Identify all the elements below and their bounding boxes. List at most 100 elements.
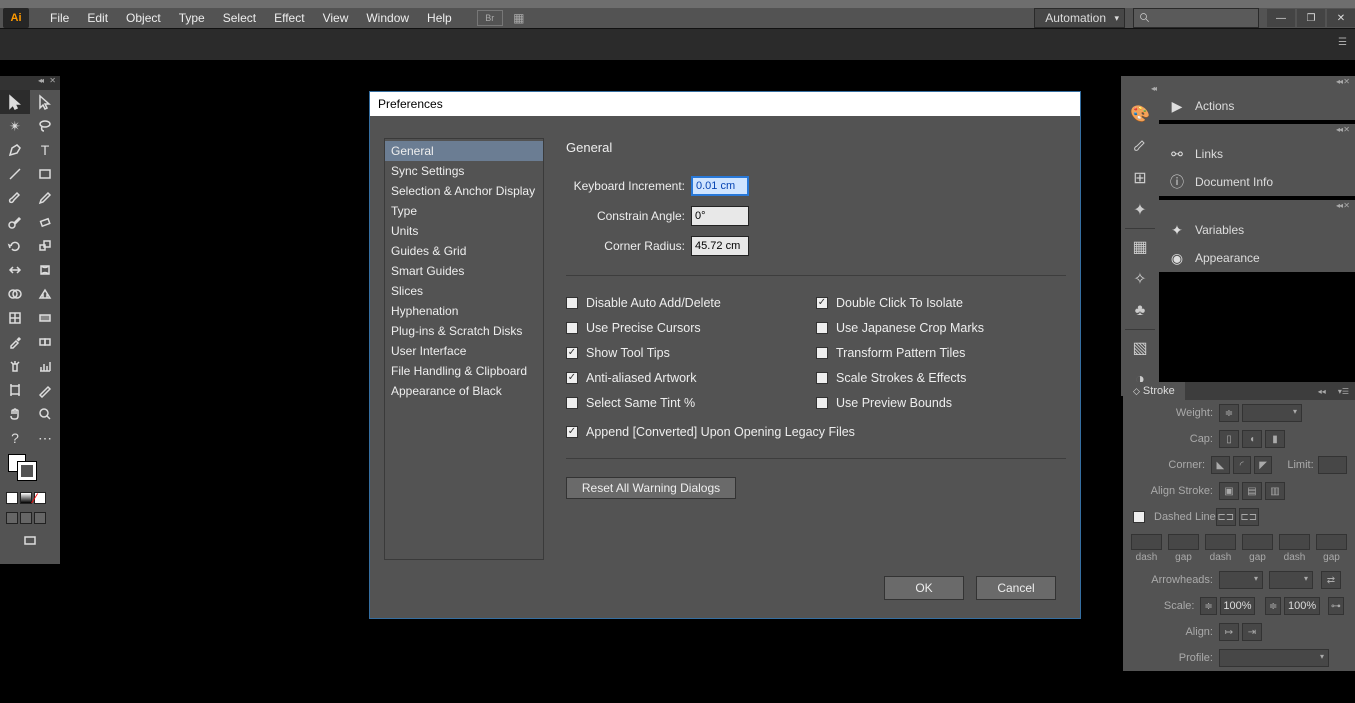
cap-square[interactable]: ▮ bbox=[1265, 430, 1285, 448]
stroke-dock-icon[interactable]: ◂◂ bbox=[1312, 387, 1332, 396]
stroke-menu-icon[interactable]: ▾☰ bbox=[1332, 387, 1355, 396]
scale1-field[interactable]: 100% bbox=[1220, 597, 1255, 615]
checkbox-use-preview-bounds[interactable]: Use Preview Bounds bbox=[816, 390, 1066, 415]
close-window-button[interactable]: ✕ bbox=[1327, 9, 1355, 27]
corner-radius-input[interactable] bbox=[691, 236, 749, 256]
pen-tool[interactable] bbox=[0, 138, 30, 162]
dash-preserve[interactable]: ⊏⊐ bbox=[1216, 508, 1236, 526]
limit-field[interactable] bbox=[1318, 456, 1347, 474]
control-bar-menu-icon[interactable]: ☰ bbox=[1338, 37, 1347, 48]
menu-edit[interactable]: Edit bbox=[78, 8, 117, 28]
type-tool[interactable]: T bbox=[30, 138, 60, 162]
constrain-input[interactable] bbox=[691, 206, 749, 226]
align-center[interactable]: ▣ bbox=[1219, 482, 1239, 500]
direct-select-tool[interactable] bbox=[30, 90, 60, 114]
checkbox-double-click-to-isolate[interactable]: ✓Double Click To Isolate bbox=[816, 290, 1066, 315]
eraser-tool[interactable] bbox=[30, 210, 60, 234]
checkbox-append-converted-upon-opening-legacy-files[interactable]: ✓Append [Converted] Upon Opening Legacy … bbox=[566, 419, 855, 444]
hand-tool[interactable] bbox=[0, 402, 30, 426]
category-units[interactable]: Units bbox=[385, 221, 543, 241]
color-panel-icon[interactable]: 🎨 bbox=[1121, 98, 1159, 130]
styles-panel-icon[interactable]: ♣ bbox=[1121, 295, 1159, 327]
scale1-stepper[interactable]: ≑ bbox=[1200, 597, 1216, 615]
gradient-tool[interactable] bbox=[30, 306, 60, 330]
none-swatch[interactable]: ⁄ bbox=[34, 492, 46, 504]
menu-view[interactable]: View bbox=[314, 8, 358, 28]
fill-stroke-swap[interactable] bbox=[0, 454, 60, 474]
category-slices[interactable]: Slices bbox=[385, 281, 543, 301]
category-selection-anchor-display[interactable]: Selection & Anchor Display bbox=[385, 181, 543, 201]
corner-miter[interactable]: ◣ bbox=[1211, 456, 1229, 474]
blob-brush-tool[interactable] bbox=[0, 210, 30, 234]
eyedropper-tool[interactable] bbox=[0, 330, 30, 354]
line-tool[interactable] bbox=[0, 162, 30, 186]
actions-panel[interactable]: ▶Actions bbox=[1159, 92, 1355, 120]
maximize-button[interactable]: ❐ bbox=[1297, 9, 1325, 27]
color2-panel-icon[interactable]: ▧ bbox=[1121, 332, 1159, 364]
bridge-icon[interactable]: Br bbox=[477, 10, 503, 26]
screen-mode[interactable] bbox=[0, 528, 60, 554]
menu-help[interactable]: Help bbox=[418, 8, 461, 28]
corner-round[interactable]: ◜ bbox=[1233, 456, 1251, 474]
category-plug-ins-scratch-disks[interactable]: Plug-ins & Scratch Disks bbox=[385, 321, 543, 341]
artboard-tool[interactable] bbox=[0, 378, 30, 402]
grid-icon[interactable]: ▦ bbox=[511, 11, 527, 25]
draw-normal[interactable] bbox=[6, 512, 18, 524]
checkbox-select-same-tint-[interactable]: Select Same Tint % bbox=[566, 390, 816, 415]
checkbox-use-japanese-crop-marks[interactable]: Use Japanese Crop Marks bbox=[816, 315, 1066, 340]
align-outside[interactable]: ▥ bbox=[1265, 482, 1285, 500]
corner-bevel[interactable]: ◤ bbox=[1254, 456, 1272, 474]
appearance-panel[interactable]: ◉Appearance bbox=[1159, 244, 1355, 272]
category-smart-guides[interactable]: Smart Guides bbox=[385, 261, 543, 281]
category-file-handling-clipboard[interactable]: File Handling & Clipboard bbox=[385, 361, 543, 381]
grid-panel-icon[interactable]: ▦ bbox=[1121, 231, 1159, 263]
category-guides-grid[interactable]: Guides & Grid bbox=[385, 241, 543, 261]
category-user-interface[interactable]: User Interface bbox=[385, 341, 543, 361]
menu-file[interactable]: File bbox=[41, 8, 78, 28]
checkbox-transform-pattern-tiles[interactable]: Transform Pattern Tiles bbox=[816, 340, 1066, 365]
weight-stepper[interactable]: ≑ bbox=[1219, 404, 1239, 422]
checkbox-disable-auto-add-delete[interactable]: Disable Auto Add/Delete bbox=[566, 290, 816, 315]
dash-field[interactable] bbox=[1205, 534, 1236, 550]
category-appearance-of-black[interactable]: Appearance of Black bbox=[385, 381, 543, 401]
arrow-align-end[interactable]: ⇥ bbox=[1242, 623, 1262, 641]
docinfo-panel[interactable]: ⓘDocument Info bbox=[1159, 168, 1355, 196]
minimize-button[interactable]: — bbox=[1267, 9, 1295, 27]
perspective-tool[interactable] bbox=[30, 282, 60, 306]
ok-button[interactable]: OK bbox=[884, 576, 964, 600]
swatch-panel-icon[interactable]: ⊞ bbox=[1121, 162, 1159, 194]
dash-align[interactable]: ⊏⊐ bbox=[1239, 508, 1259, 526]
dash-field[interactable] bbox=[1168, 534, 1199, 550]
toggle-tool[interactable]: ⋯ bbox=[30, 426, 60, 450]
menu-type[interactable]: Type bbox=[170, 8, 214, 28]
scale2-stepper[interactable]: ≑ bbox=[1265, 597, 1281, 615]
menu-select[interactable]: Select bbox=[214, 8, 265, 28]
profile-select[interactable] bbox=[1219, 649, 1329, 667]
mesh-tool[interactable] bbox=[0, 306, 30, 330]
checkbox-use-precise-cursors[interactable]: Use Precise Cursors bbox=[566, 315, 816, 340]
right-dock-header[interactable] bbox=[1121, 82, 1159, 98]
align-inside[interactable]: ▤ bbox=[1242, 482, 1262, 500]
menu-object[interactable]: Object bbox=[117, 8, 170, 28]
scale-link-icon[interactable]: ⊶ bbox=[1328, 597, 1344, 615]
scale-tool[interactable] bbox=[30, 234, 60, 258]
width-tool[interactable] bbox=[0, 258, 30, 282]
symbols-panel-icon[interactable]: ✦ bbox=[1121, 194, 1159, 226]
workspace-dropdown[interactable]: Automation bbox=[1034, 8, 1125, 28]
cap-round[interactable]: ◖ bbox=[1242, 430, 1262, 448]
category-type[interactable]: Type bbox=[385, 201, 543, 221]
dash-field[interactable] bbox=[1242, 534, 1273, 550]
checkbox-anti-aliased-artwork[interactable]: ✓Anti-aliased Artwork bbox=[566, 365, 816, 390]
gradient-swatch[interactable] bbox=[20, 492, 32, 504]
selection-tool[interactable] bbox=[0, 90, 30, 114]
cancel-button[interactable]: Cancel bbox=[976, 576, 1056, 600]
lasso-tool[interactable] bbox=[30, 114, 60, 138]
tool-palette-header[interactable] bbox=[0, 76, 60, 90]
draw-inside[interactable] bbox=[34, 512, 46, 524]
graph-tool[interactable] bbox=[30, 354, 60, 378]
menu-window[interactable]: Window bbox=[357, 8, 418, 28]
dash-field[interactable] bbox=[1279, 534, 1310, 550]
arrow-start[interactable] bbox=[1219, 571, 1263, 589]
blend-tool[interactable] bbox=[30, 330, 60, 354]
zoom-tool[interactable] bbox=[30, 402, 60, 426]
